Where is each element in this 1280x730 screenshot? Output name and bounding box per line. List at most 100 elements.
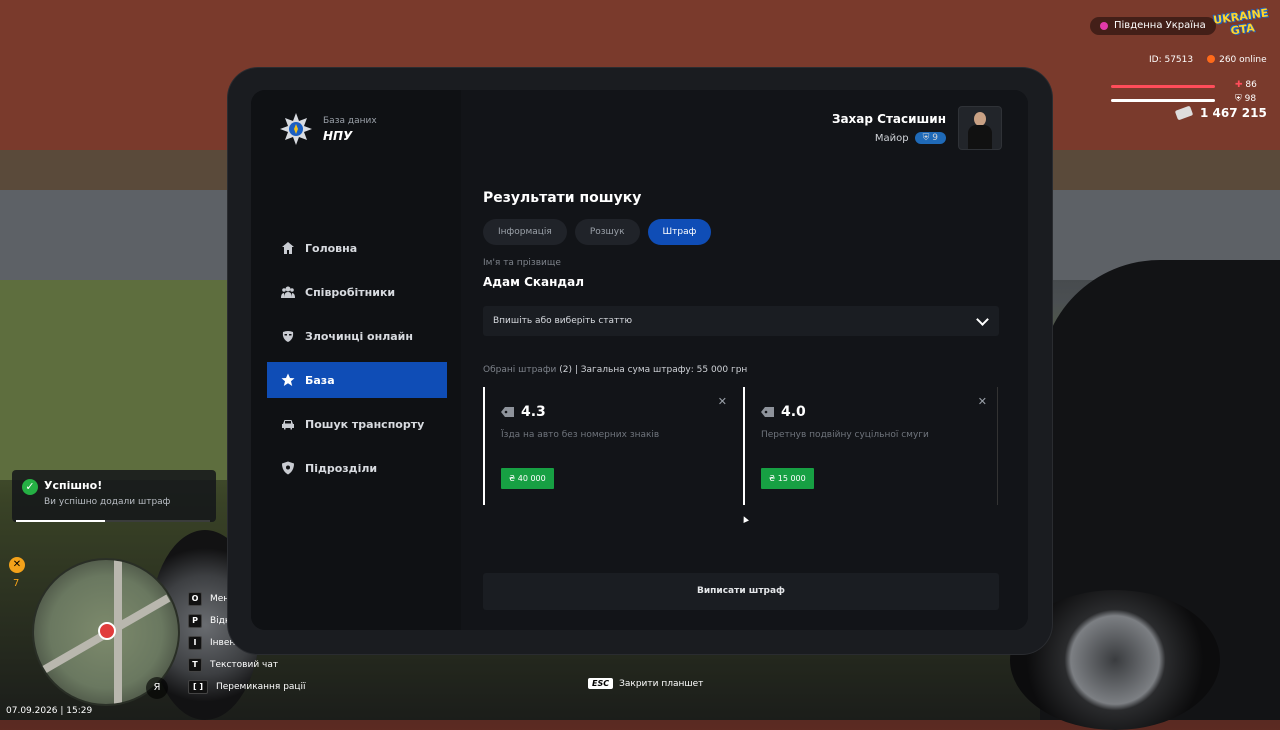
region-name: Південна Україна [1114, 20, 1206, 31]
region-badge: Південна Україна [1090, 17, 1216, 35]
check-icon: ✓ [22, 479, 38, 495]
toast-progress-fill [16, 520, 106, 522]
brand-subtitle: База даних [323, 115, 377, 126]
key-label: Текстовий чат [210, 660, 279, 670]
sidebar-nav: Головна Співробітники Злочинці онлайн Ба… [267, 230, 447, 494]
person-name: Адам Скандал [483, 275, 584, 289]
fine-article-number: 4.0 [781, 404, 806, 420]
avatar [958, 106, 1002, 150]
mic-icon: Я [146, 677, 168, 699]
background-grass [0, 280, 230, 480]
tablet-screen: База даних НПУ Головна Співробітники Зло… [251, 90, 1028, 630]
health-icon: ✚ [1235, 80, 1243, 90]
sidebar-item-employees[interactable]: Співробітники [267, 274, 447, 310]
issue-fine-button[interactable]: Виписати штраф [483, 573, 999, 610]
sidebar-item-label: База [305, 373, 335, 387]
car-icon [282, 420, 294, 430]
sidebar-item-criminals[interactable]: Злочинці онлайн [267, 318, 447, 354]
esc-key: ESC [588, 678, 614, 689]
toast-progress [16, 520, 210, 522]
sidebar-item-units[interactable]: Підрозділи [267, 450, 447, 486]
star-icon [281, 373, 295, 386]
player-marker-icon [98, 622, 116, 640]
player-id: ID: 57513 [1149, 55, 1194, 65]
tablet: База даних НПУ Головна Співробітники Зло… [228, 68, 1052, 654]
key-cap: O [188, 592, 202, 606]
toast-title: Успішно! [44, 479, 103, 492]
tab-wanted[interactable]: Розшук [574, 219, 640, 245]
food-value: 7 [13, 578, 20, 589]
close-icon[interactable]: ✕ [718, 395, 727, 408]
shield-icon [282, 461, 294, 475]
page-title: Результати пошуку [483, 190, 642, 206]
keybind-row: [ ] Перемикання рації [188, 676, 306, 698]
fine-description: Перетнув подвійну суцільної смуги [761, 430, 929, 440]
success-toast: ✓ Успішно! Ви успішно додали штраф [12, 470, 216, 522]
user-rank: Майор [874, 132, 909, 144]
online-icon [1207, 55, 1216, 63]
money-display: 1 467 215 [1174, 105, 1267, 121]
key-cap: P [188, 614, 202, 628]
fine-card: 4.3 ✕ Їзда на авто без номерних знаків ₴… [483, 387, 737, 505]
home-icon [282, 242, 294, 254]
mask-icon [282, 331, 294, 342]
close-tablet-label: Закрити планшет [619, 678, 704, 689]
user-level: 9 [932, 133, 938, 143]
chevron-down-icon [976, 313, 989, 326]
food-icon: ✕ [9, 557, 25, 573]
fine-description: Їзда на авто без номерних знаків [501, 430, 660, 440]
fine-article: 4.3 [501, 404, 546, 420]
sidebar-item-home[interactable]: Головна [267, 230, 447, 266]
brand: База даних НПУ [279, 112, 377, 146]
money-amount: 1 467 215 [1200, 106, 1267, 120]
online-count: 260 online [1207, 55, 1267, 65]
close-icon[interactable]: ✕ [978, 395, 987, 408]
health-bar [1111, 85, 1215, 88]
date-time: 07.09.2026 | 15:29 [6, 706, 93, 716]
fine-amount: ₴ 40 000 [501, 468, 554, 489]
article-select[interactable]: Впишіть або виберіть статтю [483, 306, 999, 336]
armor-bar [1111, 99, 1215, 102]
fine-article: 4.0 [761, 404, 806, 420]
health-value: ✚ 86 [1235, 80, 1257, 90]
tag-icon [501, 407, 514, 417]
sidebar-item-label: Підрозділи [305, 461, 378, 475]
sidebar-item-vehicle-search[interactable]: Пошук транспорту [267, 406, 447, 442]
user-rank-row: Майор ⛨ 9 [832, 132, 946, 144]
sidebar-item-database[interactable]: База [267, 362, 447, 398]
people-icon [281, 286, 295, 298]
fine-card: 4.0 ✕ Перетнув подвійну суцільної смуги … [743, 387, 998, 505]
summary-total: (2) | Загальна сума штрафу: 55 000 грн [559, 365, 748, 375]
armor-value: ⛨ 98 [1235, 94, 1256, 104]
sidebar-item-label: Злочинці онлайн [305, 329, 413, 343]
region-dot-icon [1100, 22, 1108, 30]
fine-article-number: 4.3 [521, 404, 546, 420]
toast-message: Ви успішно додали штраф [44, 497, 171, 507]
fine-amount: ₴ 15 000 [761, 468, 814, 489]
name-label: Ім'я та прізвище [483, 258, 561, 268]
summary-label: Обрані штрафи [483, 365, 557, 375]
tab-information[interactable]: Інформація [483, 219, 567, 245]
sidebar: База даних НПУ Головна Співробітники Зло… [251, 90, 461, 630]
cash-icon [1174, 105, 1194, 121]
mic-key: Я [153, 682, 161, 693]
user-name: Захар Стасишин [831, 112, 946, 126]
key-label: Перемикання рації [216, 682, 306, 692]
health-number: 86 [1245, 80, 1257, 90]
close-tablet-hint[interactable]: ESC Закрити планшет [588, 678, 703, 689]
police-emblem-icon [279, 112, 313, 146]
sidebar-item-label: Пошук транспорту [305, 417, 425, 431]
sidebar-item-label: Головна [305, 241, 358, 255]
sidebar-item-label: Співробітники [305, 285, 396, 299]
keybind-row: T Текстовий чат [188, 654, 306, 676]
armor-icon: ⛨ [1235, 94, 1242, 104]
key-cap: T [188, 658, 202, 672]
key-cap: I [188, 636, 202, 650]
tab-fine[interactable]: Штраф [647, 219, 712, 245]
article-select-placeholder: Впишіть або виберіть статтю [493, 316, 633, 326]
online-text: 260 online [1219, 55, 1267, 65]
main-content: Захар Стасишин Майор ⛨ 9 Результати пошу… [461, 90, 1028, 630]
key-cap: [ ] [188, 680, 208, 694]
player-info: ID: 57513 260 online [1149, 55, 1267, 65]
armor-number: 98 [1244, 94, 1257, 104]
